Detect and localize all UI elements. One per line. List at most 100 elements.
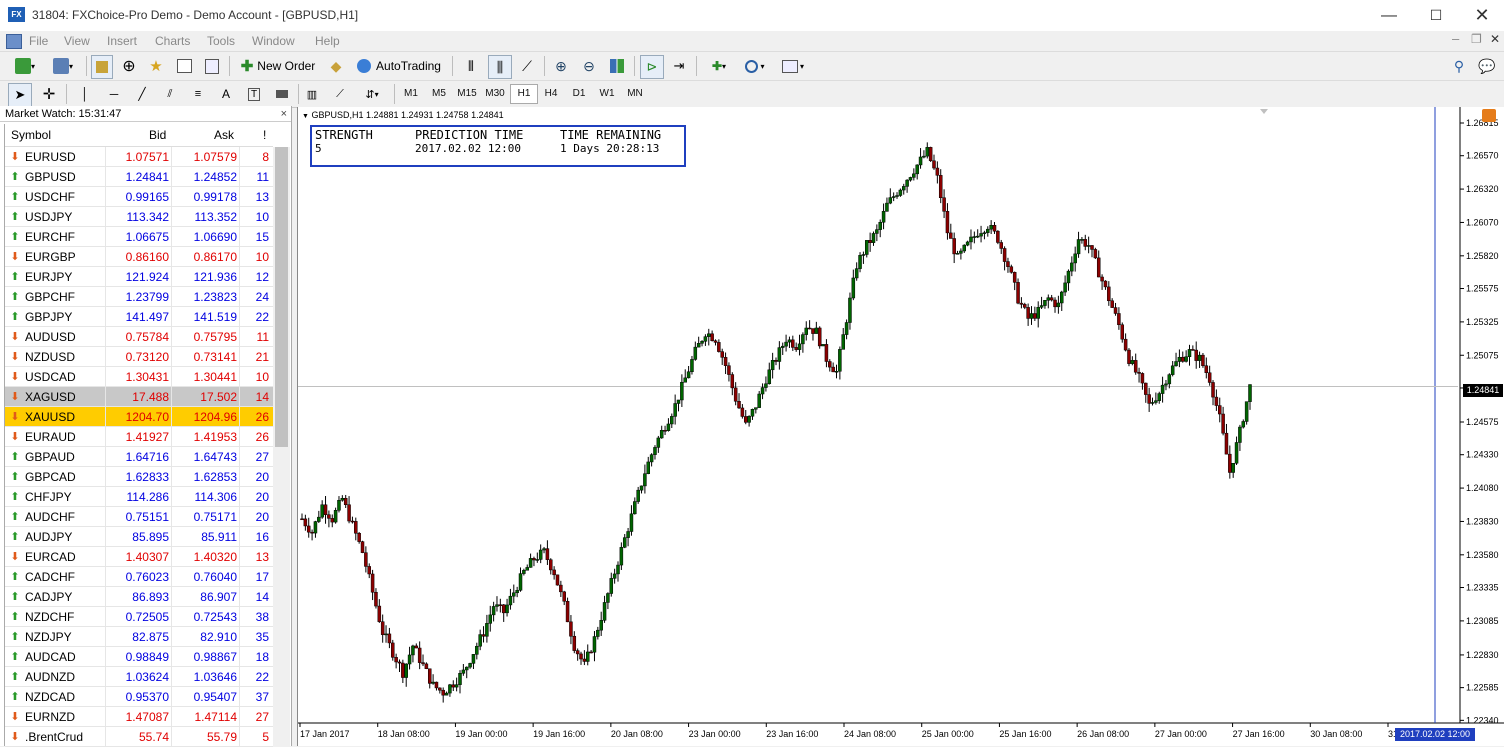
market-watch-row[interactable]: ⬆ GBPJPY 141.497 141.519 22 bbox=[5, 307, 273, 327]
column-header-ask[interactable]: Ask bbox=[214, 128, 234, 142]
market-watch-row[interactable]: ⬆ AUDNZD 1.03624 1.03646 22 bbox=[5, 667, 273, 687]
market-watch-row[interactable]: ⬆ USDCHF 0.99165 0.99178 13 bbox=[5, 187, 273, 207]
child-close-button[interactable]: ✕ bbox=[1490, 32, 1500, 46]
timeframe-m30[interactable]: M30 bbox=[482, 84, 508, 104]
menu-file[interactable]: File bbox=[29, 34, 48, 48]
gann-tool[interactable]: ▥ bbox=[302, 83, 322, 105]
market-watch-row[interactable]: ⬆ AUDJPY 85.895 85.911 16 bbox=[5, 527, 273, 547]
scrollbar-thumb[interactable] bbox=[275, 147, 288, 447]
market-watch-row[interactable]: ⬆ USDJPY 113.342 113.352 10 bbox=[5, 207, 273, 227]
market-watch-row[interactable]: ⬇ .BrentCrud 55.74 55.79 5 bbox=[5, 727, 273, 747]
child-minimize-button[interactable]: – bbox=[1452, 31, 1459, 46]
timeframe-m15[interactable]: M15 bbox=[454, 84, 480, 104]
line-chart-button[interactable]: ⟋ bbox=[516, 55, 538, 77]
market-watch-row[interactable]: ⬆ EURCHF 1.06675 1.06690 15 bbox=[5, 227, 273, 247]
market-watch-row[interactable]: ⬆ GBPCAD 1.62833 1.62853 20 bbox=[5, 467, 273, 487]
market-watch-row[interactable]: ⬇ XAGUSD 17.488 17.502 14 bbox=[5, 387, 273, 407]
market-watch-toggle[interactable] bbox=[91, 55, 113, 79]
navigator-button[interactable]: ★ bbox=[145, 55, 167, 77]
new-chart-button[interactable]: ▾ bbox=[8, 55, 42, 77]
market-watch-row[interactable]: ⬇ EURAUD 1.41927 1.41953 26 bbox=[5, 427, 273, 447]
market-watch-row[interactable]: ⬆ CADCHF 0.76023 0.76040 17 bbox=[5, 567, 273, 587]
templates-button[interactable]: ▾ bbox=[777, 55, 809, 77]
market-watch-row[interactable]: ⬇ EURUSD 1.07571 1.07579 8 bbox=[5, 147, 273, 167]
trendline-tool[interactable]: ╱ bbox=[132, 83, 152, 105]
rectangle-tool[interactable] bbox=[272, 83, 292, 105]
market-watch-row[interactable]: ⬆ GBPAUD 1.64716 1.64743 27 bbox=[5, 447, 273, 467]
profiles-button[interactable]: ▾ bbox=[46, 55, 80, 77]
child-restore-button[interactable]: ❐ bbox=[1471, 32, 1482, 46]
menu-help[interactable]: Help bbox=[315, 34, 340, 48]
market-watch-row[interactable]: ⬆ CADJPY 86.893 86.907 14 bbox=[5, 587, 273, 607]
market-watch-scrollbar[interactable] bbox=[273, 147, 290, 746]
fib-fan-tool[interactable]: ⟋ bbox=[330, 83, 350, 105]
metaeditor-button[interactable]: ◆ bbox=[325, 55, 347, 77]
chart-shift-button[interactable]: ⊳ bbox=[640, 55, 664, 79]
market-watch-row[interactable]: ⬆ AUDCAD 0.98849 0.98867 18 bbox=[5, 647, 273, 667]
text-tool[interactable]: A bbox=[216, 83, 236, 105]
timeframe-m1[interactable]: M1 bbox=[398, 84, 424, 104]
menu-view[interactable]: View bbox=[64, 34, 90, 48]
crosshair-tool[interactable]: ✛ bbox=[38, 83, 60, 105]
column-header-symbol[interactable]: Symbol bbox=[11, 128, 51, 142]
zoom-out-button[interactable]: ⊖ bbox=[578, 55, 600, 77]
menu-window[interactable]: Window bbox=[252, 34, 295, 48]
market-watch-row[interactable]: ⬆ GBPCHF 1.23799 1.23823 24 bbox=[5, 287, 273, 307]
candlestick-button[interactable]: ⫼ bbox=[488, 55, 512, 79]
market-watch-row[interactable]: ⬇ EURGBP 0.86160 0.86170 10 bbox=[5, 247, 273, 267]
market-watch-row[interactable]: ⬇ NZDUSD 0.73120 0.73141 21 bbox=[5, 347, 273, 367]
market-watch-row[interactable]: ⬆ AUDCHF 0.75151 0.75171 20 bbox=[5, 507, 273, 527]
chart-window-icon[interactable] bbox=[6, 34, 22, 49]
periodicity-button[interactable]: ▾ bbox=[739, 55, 771, 77]
market-watch-row[interactable]: ⬇ XAUUSD 1204.70 1204.96 26 bbox=[5, 407, 273, 427]
close-button[interactable]: ✕ bbox=[1459, 0, 1504, 31]
market-watch-row[interactable]: ⬇ AUDUSD 0.75784 0.75795 11 bbox=[5, 327, 273, 347]
timeframe-w1[interactable]: W1 bbox=[594, 84, 620, 104]
chart-window[interactable]: 1.26815 1.26570 1.26320 1.26070 1.25820 1.255… bbox=[297, 107, 1504, 746]
market-watch-row[interactable]: ⬇ EURCAD 1.40307 1.40320 13 bbox=[5, 547, 273, 567]
market-watch-row[interactable]: ⬆ NZDCAD 0.95370 0.95407 37 bbox=[5, 687, 273, 707]
market-watch-row[interactable]: ⬇ USDCAD 1.30431 1.30441 10 bbox=[5, 367, 273, 387]
horizontal-line-tool[interactable]: ─ bbox=[104, 83, 124, 105]
menu-charts[interactable]: Charts bbox=[155, 34, 190, 48]
timeframe-m5[interactable]: M5 bbox=[426, 84, 452, 104]
auto-trading-button[interactable]: AutoTrading bbox=[352, 55, 446, 77]
market-watch-row[interactable]: ⬆ NZDJPY 82.875 82.910 35 bbox=[5, 627, 273, 647]
chart-menu-arrow-icon[interactable]: ▼ bbox=[302, 113, 309, 120]
indicators-button[interactable]: ✚ ▾ bbox=[703, 55, 735, 77]
timeframe-d1[interactable]: D1 bbox=[566, 84, 592, 104]
lock-icon[interactable] bbox=[1482, 109, 1496, 122]
auto-scroll-button[interactable]: ⇥ bbox=[668, 55, 690, 77]
market-watch-row[interactable]: ⬆ GBPUSD 1.24841 1.24852 11 bbox=[5, 167, 273, 187]
column-header-spread[interactable]: ! bbox=[263, 128, 266, 142]
market-watch-row[interactable]: ⬇ EURNZD 1.47087 1.47114 27 bbox=[5, 707, 273, 727]
minimize-button[interactable]: — bbox=[1366, 0, 1412, 31]
timeframe-h1[interactable]: H1 bbox=[510, 84, 538, 104]
data-window-button[interactable]: ⊕ bbox=[118, 55, 140, 77]
market-watch-row[interactable]: ⬆ EURJPY 121.924 121.936 12 bbox=[5, 267, 273, 287]
strategy-tester-button[interactable] bbox=[201, 55, 223, 77]
market-watch-row[interactable]: ⬆ CHFJPY 114.286 114.306 20 bbox=[5, 487, 273, 507]
bar-chart-button[interactable]: ⫴ bbox=[460, 55, 482, 77]
zoom-in-button[interactable]: ⊕ bbox=[550, 55, 572, 77]
maximize-button[interactable]: ☐ bbox=[1413, 0, 1459, 31]
menu-insert[interactable]: Insert bbox=[107, 34, 137, 48]
fibonacci-tool[interactable]: ≡ bbox=[188, 83, 208, 105]
equidistant-channel-tool[interactable]: ⫽ bbox=[160, 83, 180, 105]
menu-tools[interactable]: Tools bbox=[207, 34, 235, 48]
column-header-bid[interactable]: Bid bbox=[149, 128, 166, 142]
terminal-button[interactable] bbox=[173, 55, 195, 77]
market-watch-close-button[interactable]: × bbox=[281, 106, 287, 122]
chat-button[interactable]: 💬 bbox=[1476, 55, 1498, 77]
timeframe-mn[interactable]: MN bbox=[622, 84, 648, 104]
price-chart[interactable]: 1.268151.265701.263201.260701.258201.255… bbox=[298, 107, 1504, 746]
vertical-line-tool[interactable]: │ bbox=[76, 83, 94, 105]
tile-windows-button[interactable] bbox=[606, 55, 628, 77]
cursor-tool[interactable]: ➤ bbox=[8, 83, 32, 107]
search-button[interactable]: ⚲ bbox=[1448, 55, 1470, 77]
new-order-button[interactable]: ✚ New Order bbox=[236, 55, 320, 77]
text-label-tool[interactable]: T bbox=[244, 83, 264, 105]
market-watch-row[interactable]: ⬆ NZDCHF 0.72505 0.72543 38 bbox=[5, 607, 273, 627]
arrows-tool[interactable]: ⇵ ▾ bbox=[358, 83, 386, 105]
timeframe-h4[interactable]: H4 bbox=[538, 84, 564, 104]
